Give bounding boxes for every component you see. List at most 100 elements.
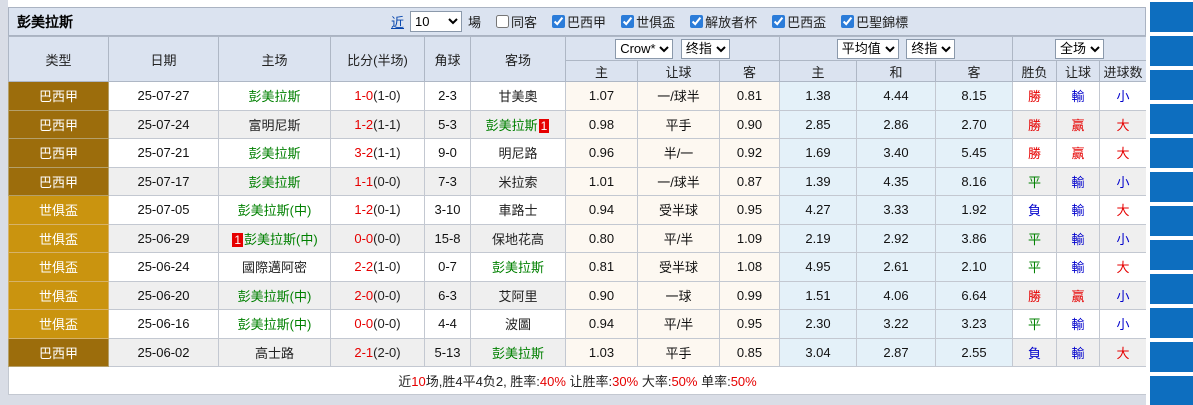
home-team-cell: 彭美拉斯 xyxy=(218,138,331,168)
score-cell: 1-2(0-1) xyxy=(330,195,425,225)
odds-away-cell: 0.81 xyxy=(719,81,780,111)
halftime-score: (1-1) xyxy=(373,116,401,132)
avg-home-cell: 1.39 xyxy=(779,166,857,196)
avg-home-cell: 2.19 xyxy=(779,223,857,253)
home-team-name: 國際邁阿密 xyxy=(241,260,307,276)
handicap-result-cell: 輸 xyxy=(1056,337,1101,367)
avg-draw-cell: 2.61 xyxy=(856,252,936,282)
away-team-name: 彭美拉斯 xyxy=(491,260,544,276)
avg-away-cell: 3.23 xyxy=(934,309,1014,339)
odds-group-header: Crow* 终指 xyxy=(565,36,780,61)
avg-away-cell: 3.86 xyxy=(934,223,1014,253)
score-cell: 1-0(1-0) xyxy=(330,81,425,111)
table-row: 巴西甲 25-06-02 高士路 2-1(2-0) 5-13 彭美拉斯 1.03… xyxy=(8,337,1148,367)
result-cell: 勝 xyxy=(1012,81,1058,111)
result-cell: 勝 xyxy=(1012,138,1058,168)
away-team-cell: 甘美奧 xyxy=(470,81,566,111)
table-row: 巴西甲 25-07-17 彭美拉斯 1-1(0-0) 7-3 米拉索 1.01 … xyxy=(8,166,1148,196)
subheader-avg-draw: 和 xyxy=(856,60,936,82)
brazil-cup-checkbox[interactable] xyxy=(772,15,786,28)
league-cell: 巴西甲 xyxy=(8,337,109,367)
recent-games-select[interactable]: 10 xyxy=(410,11,463,32)
avg-away-cell: 5.45 xyxy=(934,138,1014,168)
score-cell: 1-2(1-1) xyxy=(330,109,425,139)
away-team-cell: 彭美拉斯 xyxy=(470,337,566,367)
corner-cell: 5-13 xyxy=(424,337,471,367)
corner-cell: 4-4 xyxy=(424,309,471,339)
odds-home-cell: 0.90 xyxy=(565,280,638,310)
odds-away-cell: 0.99 xyxy=(719,280,780,310)
away-team-name: 保地花高 xyxy=(491,231,544,247)
club-world-cup-checkbox[interactable] xyxy=(621,15,635,28)
away-team-name: 甘美奧 xyxy=(498,89,538,105)
odds-home-cell: 0.96 xyxy=(565,138,638,168)
away-team-cell: 保地花高 xyxy=(470,223,566,253)
avg-home-cell: 1.51 xyxy=(779,280,857,310)
avg-draw-cell: 2.87 xyxy=(856,337,936,367)
odds-company-select[interactable]: Crow* xyxy=(615,38,674,59)
league-checkbox-group: 巴西甲 xyxy=(546,12,606,31)
home-team-cell: 1 彭美拉斯(中) xyxy=(218,223,331,253)
avg-kind-select[interactable]: 终指 xyxy=(906,38,956,59)
summary-segment: 让胜率: xyxy=(565,374,613,389)
table-body: 巴西甲 25-07-27 彭美拉斯 1-0(1-0) 2-3 甘美奧 1.07 … xyxy=(8,81,1148,367)
odds-handicap-cell: 平手 xyxy=(637,337,720,367)
date-cell: 25-07-27 xyxy=(108,81,219,111)
summary-text: 近10场,胜4平4负2, 胜率:40% 让胜率:30% 大率:50% 单率:50… xyxy=(7,366,1148,395)
odds-kind-select[interactable]: 终指 xyxy=(680,38,730,59)
halftime-score: (0-0) xyxy=(373,230,401,246)
odds-home-cell: 1.07 xyxy=(565,81,638,111)
goals-result-cell: 大 xyxy=(1099,109,1148,139)
home-team-name: 彭美拉斯(中) xyxy=(237,288,312,304)
avg-source-select[interactable]: 平均值 xyxy=(836,38,899,59)
away-team-name: 車路士 xyxy=(498,203,538,219)
away-team-cell: 波圖 xyxy=(470,309,566,339)
same-away-checkbox[interactable] xyxy=(496,15,510,28)
summary-segment: 场,胜4平4负2, 胜率: xyxy=(425,374,540,389)
live-red-badge: 1 xyxy=(538,118,550,133)
home-team-name: 彭美拉斯(中) xyxy=(237,203,312,219)
subheader-odds-handicap: 让球 xyxy=(637,60,720,82)
halftime-score: (0-0) xyxy=(373,316,401,332)
corner-cell: 0-7 xyxy=(424,252,471,282)
summary-segment: 大率: xyxy=(638,374,672,389)
avg-home-cell: 1.69 xyxy=(779,138,857,168)
avg-home-cell: 4.95 xyxy=(779,252,857,282)
paulista-checkbox[interactable] xyxy=(841,15,855,28)
handicap-result-cell: 赢 xyxy=(1056,138,1101,168)
scope-select[interactable]: 全场 xyxy=(1055,38,1105,59)
odds-home-cell: 0.80 xyxy=(565,223,638,253)
odds-handicap-cell: 受半球 xyxy=(637,252,720,282)
league-cell: 巴西甲 xyxy=(8,81,109,111)
home-team-cell: 高士路 xyxy=(218,337,331,367)
brazil-serie-a-checkbox[interactable] xyxy=(552,15,566,28)
odds-away-cell: 0.85 xyxy=(719,337,780,367)
avg-away-cell: 8.15 xyxy=(934,81,1014,111)
halftime-score: (0-0) xyxy=(373,173,401,189)
home-team-cell: 彭美拉斯(中) xyxy=(218,280,331,310)
handicap-result-cell: 赢 xyxy=(1056,109,1101,139)
summary-segment: 50% xyxy=(671,374,698,389)
odds-handicap-cell: 平/半 xyxy=(637,223,720,253)
summary-segment: 40% xyxy=(539,374,566,389)
fulltime-score: 3-2 xyxy=(354,145,374,161)
odds-handicap-cell: 一/球半 xyxy=(637,81,720,111)
home-team-name: 彭美拉斯 xyxy=(248,146,301,162)
summary-row: 近10场,胜4平4负2, 胜率:40% 让胜率:30% 大率:50% 单率:50… xyxy=(7,366,1148,395)
header-date: 日期 xyxy=(108,36,219,82)
league-checkbox-group: 解放者杯 xyxy=(684,12,757,31)
fulltime-score: 1-0 xyxy=(354,88,374,104)
avg-draw-cell: 3.22 xyxy=(856,309,936,339)
libertadores-checkbox[interactable] xyxy=(690,15,704,28)
score-cell: 2-1(2-0) xyxy=(330,337,425,367)
fulltime-score: 2-0 xyxy=(354,287,374,303)
live-red-badge: 1 xyxy=(232,232,243,247)
table-row: 世俱盃 25-07-05 彭美拉斯(中) 1-2(0-1) 3-10 車路士 0… xyxy=(8,195,1148,225)
corner-cell: 5-3 xyxy=(424,109,471,139)
odds-away-cell: 0.92 xyxy=(719,138,780,168)
recent-link[interactable]: 近 xyxy=(391,12,404,31)
titlebar: 彭美拉斯 近 10 場 同客 巴西甲 世俱盃 解放者杯 巴西盃 巴聖錦標 xyxy=(8,7,1146,36)
result-cell: 平 xyxy=(1012,223,1058,253)
avg-home-cell: 1.38 xyxy=(779,81,857,111)
home-team-name: 彭美拉斯(中) xyxy=(244,231,318,247)
